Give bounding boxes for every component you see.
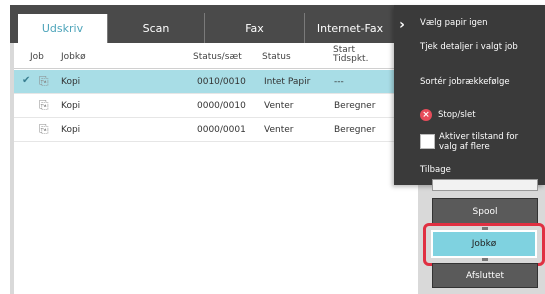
header-status-set: Status/sæt xyxy=(193,52,242,62)
job-table: Job Jobkø Status/sæt Status Start Tidspk… xyxy=(14,43,418,294)
job-queue: Kopi xyxy=(61,125,81,135)
header-job: Job xyxy=(30,52,44,62)
job-status: Intet Papir xyxy=(264,77,311,87)
job-queue: Kopi xyxy=(61,77,81,87)
menu-item-reselect-paper[interactable]: Vælg papir igen xyxy=(420,18,488,28)
table-row[interactable]: ⎘ Kopi 0000/0010 Venter Beregner xyxy=(14,94,418,118)
copy-job-icon: ⎘ xyxy=(39,98,49,112)
menu-item-stop-delete[interactable]: Stop/slet xyxy=(438,110,476,120)
header-queue: Jobkø xyxy=(61,52,86,62)
copy-job-icon: ⎘ xyxy=(39,74,49,88)
copy-job-icon: ⎘ xyxy=(39,122,49,136)
chevron-right-icon[interactable]: › xyxy=(394,17,410,33)
job-status-set: 0000/0010 xyxy=(197,101,246,111)
menu-item-sort-order[interactable]: Sortér jobrækkefølge xyxy=(420,77,510,87)
menu-item-back[interactable]: Tilbage xyxy=(420,165,451,175)
check-icon: ✔ xyxy=(22,75,31,86)
partial-button[interactable] xyxy=(432,179,538,191)
menu-item-multi-select[interactable]: Aktiver tilstand for valg af flere xyxy=(439,132,537,152)
action-menu: › Vælg papir igen Tjek detaljer i valgt … xyxy=(394,5,545,185)
job-status-set: 0010/0010 xyxy=(197,77,246,87)
header-status: Status xyxy=(262,52,291,62)
spool-button[interactable]: Spool xyxy=(432,198,538,225)
tab-fax[interactable]: Fax xyxy=(205,13,305,43)
job-start: Beregner xyxy=(334,125,376,135)
tab-internet-fax[interactable]: Internet-Fax xyxy=(305,13,395,43)
job-start: Beregner xyxy=(334,101,376,111)
afsluttet-button[interactable]: Afsluttet xyxy=(432,263,538,288)
table-row[interactable]: ✔ ⎘ Kopi 0010/0010 Intet Papir --- xyxy=(14,70,418,94)
job-status: Venter xyxy=(264,125,294,135)
header-start-time: Start Tidspkt. xyxy=(333,45,369,64)
jobko-button[interactable]: Jobkø xyxy=(431,230,537,258)
multi-select-checkbox[interactable] xyxy=(420,134,435,149)
separator xyxy=(482,258,488,261)
tab-udskriv[interactable]: Udskriv xyxy=(18,14,108,43)
table-row[interactable]: ⎘ Kopi 0000/0001 Venter Beregner xyxy=(14,118,418,142)
table-header: Job Jobkø Status/sæt Status Start Tidspk… xyxy=(14,43,418,69)
stop-icon: × xyxy=(420,109,432,121)
job-status: Venter xyxy=(264,101,294,111)
job-status-set: 0000/0001 xyxy=(197,125,246,135)
tab-scan[interactable]: Scan xyxy=(108,13,205,43)
job-queue: Kopi xyxy=(61,101,81,111)
job-start: --- xyxy=(334,77,344,87)
menu-item-check-details[interactable]: Tjek detaljer i valgt job xyxy=(420,42,530,52)
